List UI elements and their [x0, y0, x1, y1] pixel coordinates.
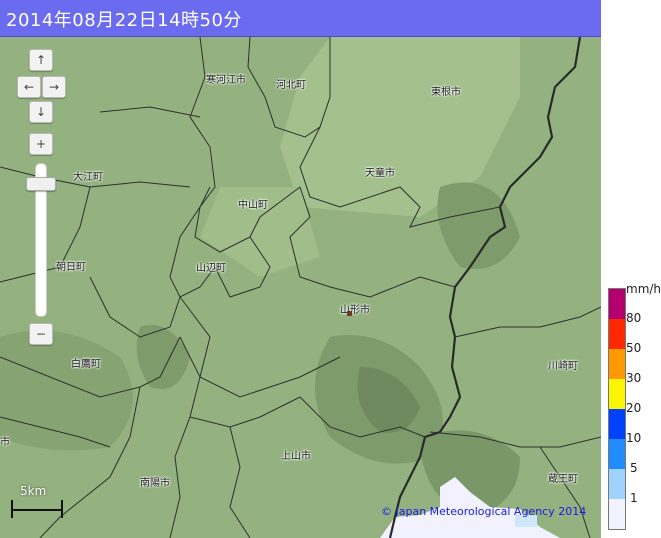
zoom-slider-handle[interactable]: [26, 177, 56, 191]
municipality-label: 上山市: [281, 451, 311, 462]
legend-swatch-50: [609, 319, 625, 349]
map-terrain: [0, 37, 601, 538]
legend-label-1: 1: [630, 491, 638, 505]
municipality-label: 市: [0, 437, 10, 448]
legend-swatch-0: [609, 499, 625, 529]
legend-label-20: 20: [626, 401, 642, 415]
municipality-label: 大江町: [73, 172, 103, 183]
zoom-out-button[interactable]: −: [29, 323, 53, 345]
legend-swatch-20: [609, 379, 625, 409]
municipality-label: 山辺町: [196, 263, 226, 274]
legend-swatch-10: [609, 409, 625, 439]
city-marker-icon: [347, 311, 352, 316]
copyright-text: © Japan Meteorological Agency 2014: [381, 505, 587, 518]
header-bar: 2014年08月22日14時50分: [0, 0, 601, 37]
pan-down-button[interactable]: ↓: [29, 101, 53, 123]
legend-label-50: 50: [626, 341, 642, 355]
municipality-label: 寒河江市: [206, 75, 246, 86]
precipitation-legend: [608, 288, 626, 530]
pan-left-button[interactable]: ←: [17, 76, 41, 98]
municipality-label: 天童市: [365, 168, 395, 179]
municipality-label: 白鷹町: [71, 359, 101, 370]
legend-label-10: 10: [626, 431, 642, 445]
scale-bar: [11, 500, 63, 518]
municipality-label: 河北町: [276, 80, 306, 91]
zoom-in-button[interactable]: +: [29, 133, 53, 155]
legend-label-30: 30: [626, 371, 642, 385]
pan-up-button[interactable]: ↑: [29, 49, 53, 71]
municipality-label: 南陽市: [140, 478, 170, 489]
legend-unit: mm/h: [626, 282, 661, 296]
municipality-label: 朝日町: [56, 262, 86, 273]
municipality-label: 川崎町: [548, 361, 578, 372]
legend-label-80: 80: [626, 311, 642, 325]
municipality-label: 山形市: [340, 305, 370, 316]
pan-right-button[interactable]: →: [42, 76, 66, 98]
scale-label: 5km: [20, 484, 47, 498]
legend-swatch-5: [609, 439, 625, 469]
municipality-label: 中山町: [238, 200, 268, 211]
legend-label-5: 5: [630, 461, 638, 475]
municipality-label: 東根市: [431, 87, 461, 98]
legend-swatch-1: [609, 469, 625, 499]
legend-swatch-80: [609, 289, 625, 319]
radar-map[interactable]: 寒河江市 河北町 東根市 大江町 天童市 中山町 朝日町 山辺町 山形市 白鷹町…: [0, 37, 601, 538]
municipality-label: 蔵王町: [548, 474, 578, 485]
legend-swatch-30: [609, 349, 625, 379]
observation-time-title: 2014年08月22日14時50分: [6, 10, 242, 31]
